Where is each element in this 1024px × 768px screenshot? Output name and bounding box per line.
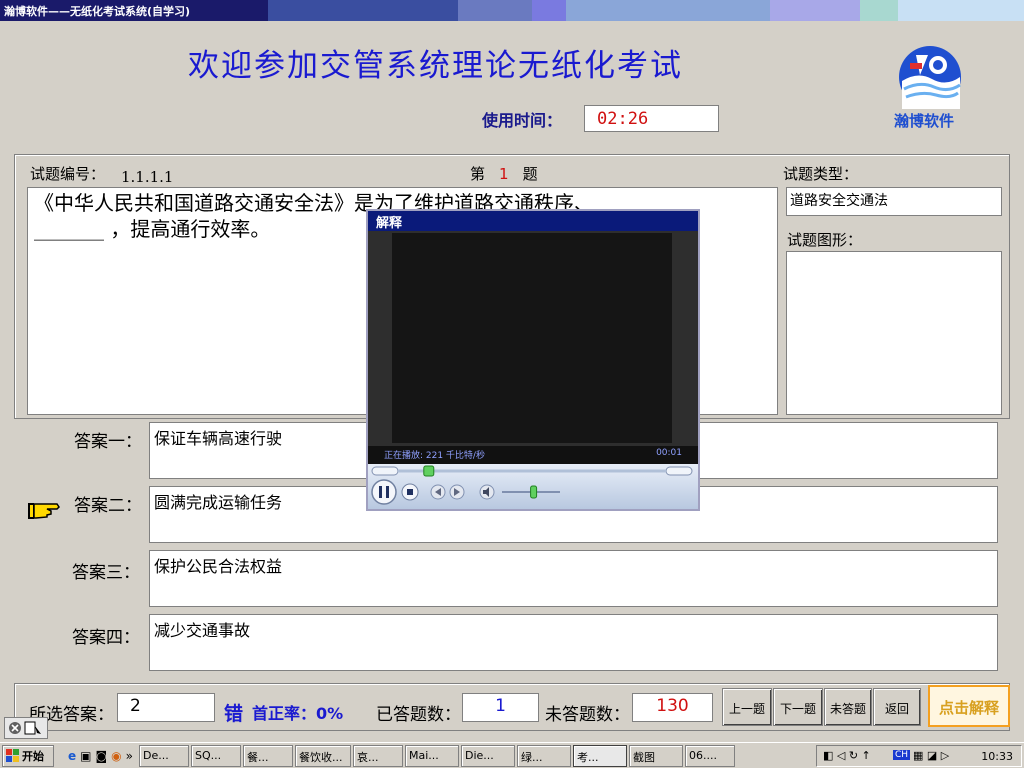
tray-icons[interactable]: ◧ ◁ ↻ ↑	[823, 749, 871, 762]
prev-question-button[interactable]: 上一题	[722, 688, 772, 726]
system-tray: ◧ ◁ ↻ ↑ CH ▦ ◪ ▷ 10:33	[816, 745, 1022, 767]
question-id-label: 试题编号：	[30, 165, 106, 183]
player-time: 00:01	[656, 448, 682, 458]
player-title: 解释	[368, 211, 698, 231]
taskbar-item[interactable]: 餐...	[242, 744, 293, 767]
logo-text: 瀚博软件	[894, 112, 955, 130]
windows-logo-icon	[6, 748, 19, 762]
question-number-value: 1	[499, 165, 509, 183]
status-widget[interactable]	[4, 717, 48, 739]
taskbar: 开始 e ▣ ◙ ◉ » De... SQ... 餐... 餐饮收... 哀..…	[0, 742, 1024, 768]
elapsed-time: 02:26	[584, 105, 719, 132]
player-video	[392, 233, 672, 443]
answer-label-1: 答案一：	[74, 432, 142, 452]
window-title: 瀚博软件——无纸化考试系统(自学习)	[4, 5, 191, 18]
taskbar-item[interactable]: Die...	[460, 744, 515, 767]
input-language[interactable]: CH	[893, 750, 911, 760]
hand-icon	[28, 503, 60, 519]
next-question-button[interactable]: 下一题	[773, 688, 823, 726]
answer-label-4: 答案四：	[72, 628, 140, 648]
quick-launch: e ▣ ◙ ◉ »	[68, 749, 133, 763]
ie-icon[interactable]: e	[68, 749, 76, 763]
pause-icon	[371, 479, 397, 505]
title-bar-segment	[268, 0, 458, 21]
unanswered-count-label: 未答题数：	[545, 705, 630, 725]
seek-handle	[423, 465, 435, 477]
volume-slider-handle	[530, 485, 538, 499]
taskbar-item[interactable]: 绿...	[516, 744, 571, 767]
camera-icon[interactable]: ◉	[111, 749, 121, 763]
question-figure	[786, 251, 1002, 415]
pointing-hand-icon	[27, 499, 61, 521]
taskbar-item[interactable]: SQ...	[190, 744, 241, 767]
answered-count: 1	[462, 693, 539, 722]
time-label: 使用时间：	[482, 111, 563, 130]
title-bar-segment	[458, 0, 532, 21]
taskbar-item[interactable]: 06....	[684, 744, 735, 767]
tray-extra-icons[interactable]: ▦ ◪ ▷	[913, 749, 949, 762]
selected-answer: 2	[117, 693, 215, 722]
answer-option-3[interactable]: 保护公民合法权益	[149, 550, 998, 607]
player-controls-graphics	[371, 465, 693, 505]
title-bar-segment	[898, 0, 1024, 21]
start-button[interactable]: 开始	[2, 744, 54, 767]
title-bar-segment	[532, 0, 566, 21]
start-label: 开始	[22, 749, 44, 763]
answered-count-label: 已答题数：	[376, 705, 461, 725]
taskbar-item[interactable]: De...	[138, 744, 189, 767]
taskbar-item[interactable]: 哀...	[352, 744, 403, 767]
accuracy-label: 首正率：0%	[252, 704, 344, 723]
explanation-player-window[interactable]: 解释 正在播放: 221 千比特/秒 00:01	[366, 209, 700, 511]
answer-option-4[interactable]: 减少交通事故	[149, 614, 998, 671]
brand-logo	[898, 45, 962, 109]
player-status-text: 正在播放: 221 千比特/秒	[384, 451, 485, 461]
explain-button[interactable]: 点击解释	[928, 685, 1010, 727]
question-id: 1.1.1.1	[121, 168, 174, 186]
question-figure-label: 试题图形：	[787, 231, 863, 249]
clock: 10:33	[981, 750, 1013, 763]
wrong-indicator: 错	[224, 703, 244, 725]
answer-label-2: 答案二：	[74, 496, 142, 516]
media-icon[interactable]: ◙	[95, 749, 107, 763]
question-type-label: 试题类型：	[783, 165, 859, 183]
player-controls	[368, 464, 698, 509]
unanswered-count: 130	[632, 693, 713, 722]
page-title: 欢迎参加交管系统理论无纸化考试	[188, 48, 683, 84]
taskbar-item[interactable]: 餐饮收...	[294, 744, 351, 767]
logo-icon	[899, 46, 961, 109]
player-status: 正在播放: 221 千比特/秒 00:01	[368, 446, 698, 464]
title-bar-segment	[566, 0, 770, 21]
taskbar-item-active[interactable]: 考...	[572, 744, 627, 767]
question-number: 第1题	[470, 163, 538, 184]
back-button[interactable]: 返回	[873, 688, 921, 726]
question-number-suffix: 题	[522, 165, 538, 183]
title-bar-segment	[770, 0, 860, 21]
unanswered-button[interactable]: 未答题	[824, 688, 872, 726]
close-doc-icon	[9, 721, 41, 735]
taskbar-item[interactable]: Mai...	[404, 744, 459, 767]
more-icon[interactable]: »	[126, 749, 133, 763]
question-number-prefix: 第	[470, 165, 486, 183]
answer-label-3: 答案三：	[72, 563, 140, 583]
rewind-icon	[371, 466, 399, 476]
fast-forward-icon	[665, 466, 693, 476]
taskbar-item[interactable]: 截图	[628, 744, 683, 767]
desktop-icon[interactable]: ▣	[80, 749, 91, 763]
title-bar-segment	[860, 0, 898, 21]
question-type: 道路安全交通法	[786, 187, 1002, 216]
